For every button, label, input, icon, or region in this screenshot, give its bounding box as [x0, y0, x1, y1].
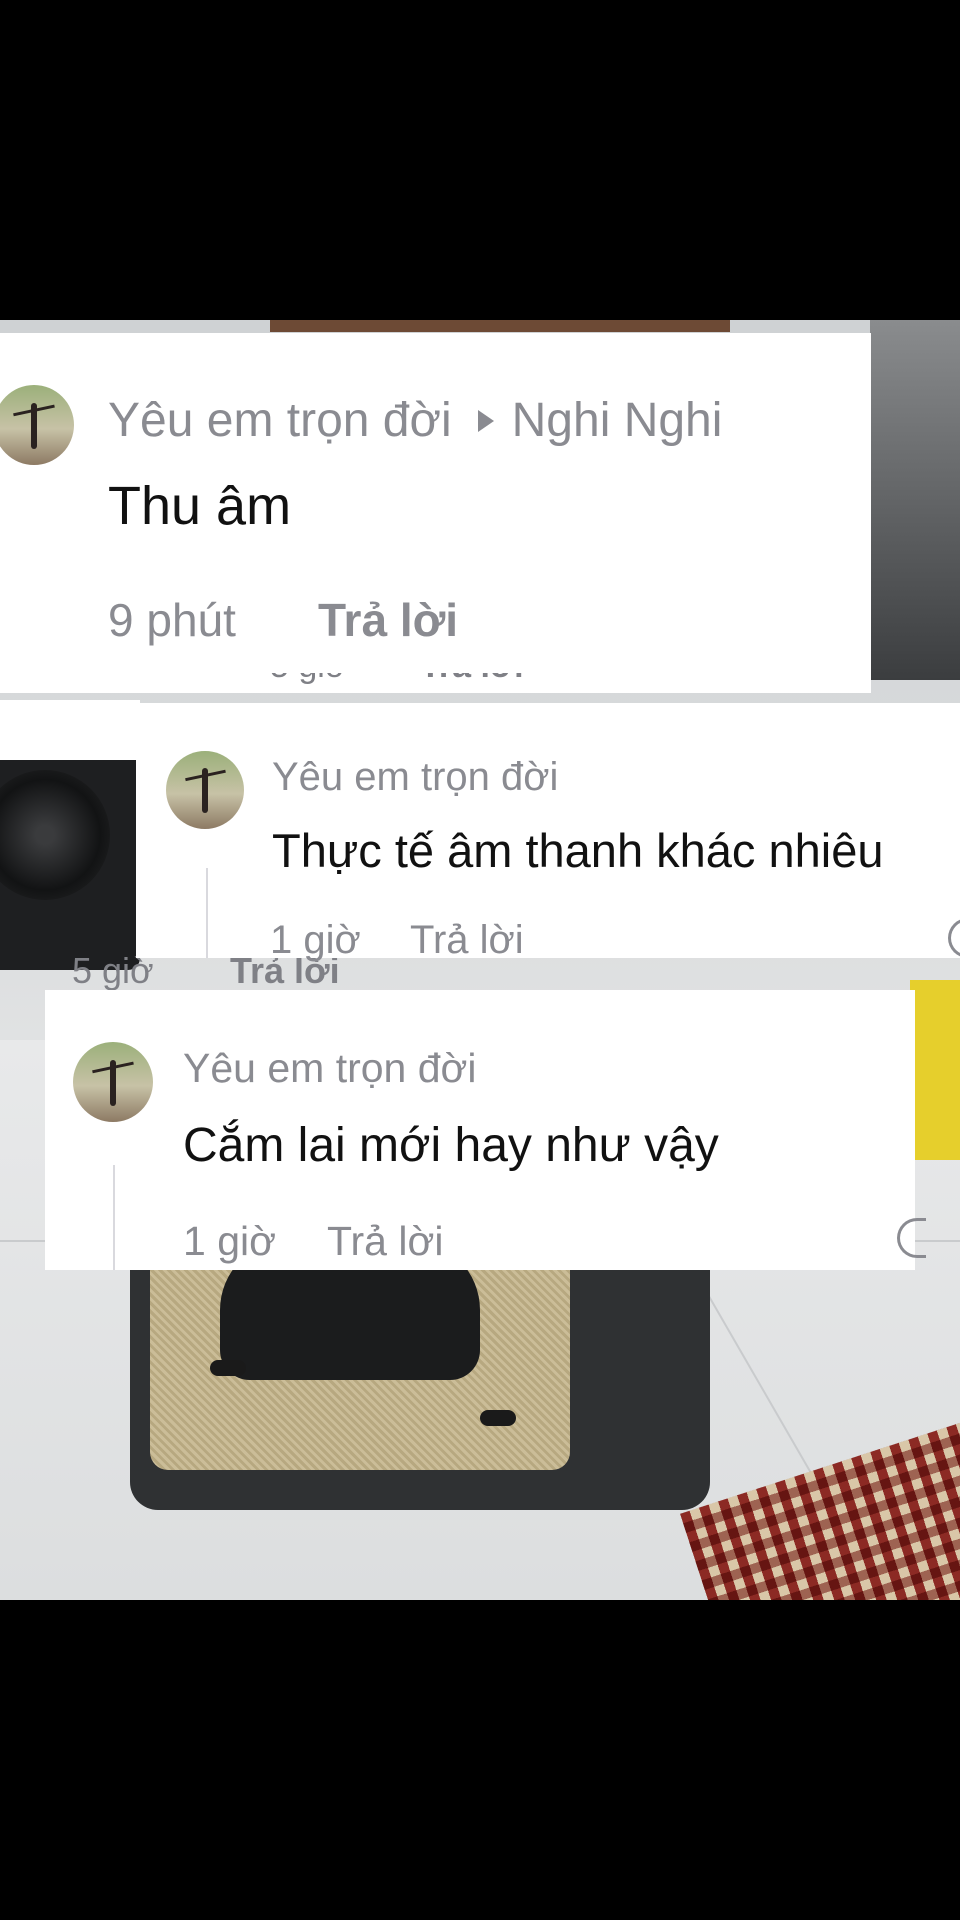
shelf: [270, 320, 730, 332]
reply-to-name: Nghi Nghi: [511, 394, 723, 447]
reply-arrow-icon: [477, 410, 494, 433]
thread-line: [113, 1165, 115, 1270]
thread-line: [206, 868, 208, 958]
avatar[interactable]: [73, 1042, 153, 1122]
yellow-object: [910, 980, 960, 1160]
reply-button[interactable]: Trả lời: [327, 1218, 443, 1265]
comment-card: Yêu em trọn đời Nghi Nghi Thu âm 9 phút T…: [0, 333, 871, 693]
comment-text: Cắm lai mới hay như vậy: [183, 1119, 719, 1172]
speaker-foot: [210, 1360, 246, 1376]
peek-card-fragment: [0, 700, 140, 760]
speaker-foot: [480, 1410, 516, 1426]
avatar[interactable]: [166, 751, 244, 829]
reply-button[interactable]: Trả lời: [318, 593, 458, 647]
comment-author[interactable]: Yêu em trọn đời: [183, 1045, 477, 1092]
comment-author[interactable]: Yêu em trọn đời: [272, 755, 558, 800]
comment-time: 9 phút: [108, 594, 236, 646]
comment-time: 1 giờ: [183, 1218, 276, 1264]
peek-fragment: 5 giờ Trả lời: [200, 673, 540, 693]
comment-text: Thực tế âm thanh khác nhiêu: [272, 824, 884, 877]
comment-author[interactable]: Yêu em trọn đời Nghi Nghi: [108, 393, 722, 448]
like-heart-icon[interactable]: [897, 1218, 926, 1258]
reply-button[interactable]: Trả lời: [410, 918, 524, 963]
like-heart-icon[interactable]: [948, 918, 960, 958]
comment-time: 1 giờ: [270, 918, 361, 962]
comment-text: Thu âm: [108, 476, 292, 536]
avatar[interactable]: [0, 385, 74, 465]
comment-card: Yêu em trọn đời Cắm lai mới hay như vậy …: [45, 990, 926, 1270]
comment-card: Yêu em trọn đời Thực tế âm thanh khác nh…: [136, 703, 960, 962]
background-objects: [870, 320, 960, 680]
